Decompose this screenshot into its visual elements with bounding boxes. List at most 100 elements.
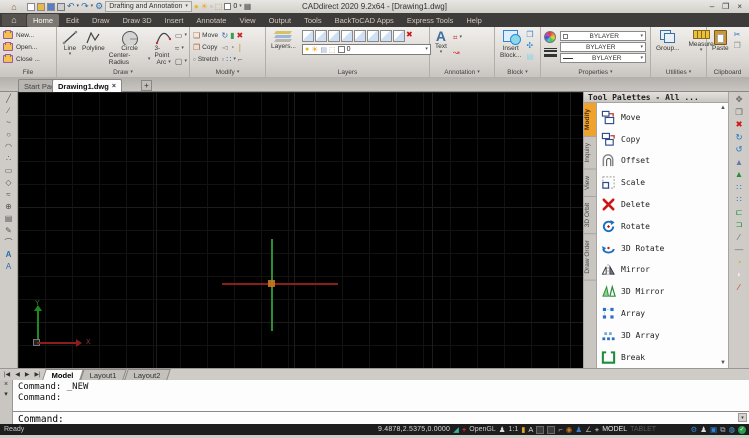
annotation-scale-value[interactable]: 1:1 [509,426,519,433]
circle-tool-icon[interactable]: ○ [6,130,11,139]
dimension-button[interactable]: ⌗▾ [453,31,462,43]
palette-item-array[interactable]: Array [601,303,728,325]
workspace-select[interactable]: Drafting and Annotation ▾ [105,1,192,12]
text-tool-button[interactable]: A Text ▾ [433,29,449,67]
cut-scissors-icon[interactable]: ✂ [734,30,741,39]
text-tool-icon[interactable]: A [6,250,12,259]
redo-caret-icon[interactable]: ▾ [91,4,94,9]
copy-clip-icon[interactable]: ❐ [734,41,741,50]
mirror-3d-icon[interactable]: ▲ [735,170,743,179]
tool-palettes-title[interactable]: Tool Palettes - All ... [584,92,728,103]
color-swatch-icon[interactable] [224,3,231,10]
undo-icon[interactable]: ↶ [67,2,75,11]
command-window-grip[interactable]: × ▾ [0,380,13,424]
file-open-button[interactable]: Open... [3,41,54,53]
menu-edit[interactable]: Edit [60,14,85,27]
settings-gear-icon[interactable]: ⚙ [691,425,698,434]
close-button[interactable]: × [737,2,742,11]
mirror-icon[interactable]: ◅ [221,43,227,52]
move-icon[interactable]: ✥ [735,95,742,104]
qat-plot-icon[interactable] [57,3,65,11]
spline-tool-icon[interactable]: ≈ [6,190,10,199]
coordinates-readout[interactable]: 9.4878,2.5375,0.0000 [378,426,450,433]
palette-tab-inquiry[interactable]: Inquiry [584,137,596,170]
maximize-button[interactable]: ❐ [722,2,729,11]
group-button[interactable]: Group... [654,29,681,67]
last-tab-icon[interactable]: ▶| [32,370,42,380]
arc-tool-icon[interactable]: ◠ [5,142,12,151]
grid-toggle-icon[interactable]: ▦ [244,3,252,11]
donut-tool-icon[interactable]: ⊕ [5,202,12,211]
menu-draw3d[interactable]: Draw 3D [116,14,157,27]
new-tab-button[interactable]: + [141,80,152,91]
prev-tab-icon[interactable]: ◀ [13,370,22,380]
first-tab-icon[interactable]: |◀ [2,370,12,380]
layer-state-7-icon[interactable] [380,30,392,42]
palette-scroll-up-icon[interactable]: ▲ [720,105,726,111]
menu-help[interactable]: Help [460,14,487,27]
user-icon[interactable]: ♟ [499,425,506,434]
drawing-canvas[interactable]: Y X [18,92,583,368]
grid-toggle-icon[interactable] [536,426,544,434]
ortho-toggle-icon[interactable]: ⌐ [558,425,562,434]
linetype-dropdown[interactable]: BYLAYER▾ [560,42,646,52]
menu-tools[interactable]: Tools [298,14,328,27]
palette-item-rotate[interactable]: Rotate [601,215,728,237]
undo-caret-icon[interactable]: ▾ [77,4,80,9]
snap-toggle-icon[interactable] [547,426,555,434]
revcloud-tool-button[interactable]: ≈▾ [175,42,187,54]
lineweight-stack-icon[interactable] [544,46,557,58]
screens-icon[interactable]: ▣ [710,425,717,434]
color-wheel-icon[interactable] [544,31,556,43]
palette-item-copy[interactable]: Copy [601,128,728,150]
layer-state-3-icon[interactable] [328,30,340,42]
home-house-icon[interactable]: ⌂ [2,14,26,26]
fillet-icon[interactable]: ◗ [736,270,741,279]
layer-pages-icon[interactable]: ▤ [320,46,327,54]
palette-scroll-down-icon[interactable]: ▼ [720,360,726,366]
gear-icon[interactable]: ⚙ [95,2,103,11]
lineweight-dropdown[interactable]: BYLAYER▾ [560,53,646,63]
model-space-toggle[interactable]: MODEL [602,426,627,433]
command-close-icon[interactable]: × [4,381,8,388]
rotate-3d-icon[interactable]: ↺ [735,145,742,154]
palette-tab-3dorbit[interactable]: 3D Orbit [584,197,596,234]
globe-icon[interactable]: ◍ [728,425,735,434]
stretch-button[interactable]: ▫Stretch [193,53,218,65]
renderer-label[interactable]: OpenGL [469,426,495,433]
delete-icon[interactable]: ✖ [735,120,742,129]
qat-open-icon[interactable] [37,3,45,11]
offset-mini-icon[interactable]: ⌐ [238,55,243,64]
display-icon[interactable]: ◢ [453,425,459,434]
rectangle-tool-icon[interactable]: ▭ [5,166,13,175]
tablet-toggle[interactable]: TABLET [630,426,656,433]
palette-item-3d-rotate[interactable]: 3D Rotate [601,237,728,259]
leader-button[interactable]: ↝ [453,46,462,58]
menu-view[interactable]: View [233,14,261,27]
palette-item-mirror[interactable]: Mirror [601,259,728,281]
freeze-icon[interactable]: ▫ [210,3,213,11]
menu-home[interactable]: Home [27,14,59,27]
annotation-visibility-icon[interactable]: ▮ [521,425,525,434]
network-icon[interactable]: ⧉ [720,425,725,434]
polyline-tool-button[interactable]: Polyline [80,29,107,67]
polygon-tool-button[interactable]: ▢▾ [175,55,187,67]
layer-dropdown[interactable]: ● ☀ ▤ ⬚ 0 ▾ [302,44,431,55]
palette-item-3d-array[interactable]: 3D Array [601,324,728,346]
block-edit-icon[interactable]: ✣ [526,41,534,50]
menu-output[interactable]: Output [263,14,298,27]
menu-draw[interactable]: Draw [86,14,116,27]
block-create-icon[interactable]: ❒ [526,30,534,39]
array-icon[interactable]: ∷ [736,183,741,192]
palette-item-scale[interactable]: Scale [601,172,728,194]
arc-tool-button[interactable]: 3-Point Arc▾ [152,29,174,67]
sketch-tool-icon[interactable]: ✎ [5,226,12,235]
layer-delete-icon[interactable]: ✖ [406,30,413,42]
layers-button[interactable]: Layers... [269,29,298,67]
layer-dropdown-caret-icon[interactable]: ▾ [425,47,428,52]
layer-state-1-icon[interactable] [302,30,314,42]
tab-close-icon[interactable]: × [112,83,116,90]
tab-model[interactable]: Model [42,369,83,380]
lwt-toggle-icon[interactable]: + [595,425,599,434]
status-ok-icon[interactable]: ✓ [738,426,746,434]
